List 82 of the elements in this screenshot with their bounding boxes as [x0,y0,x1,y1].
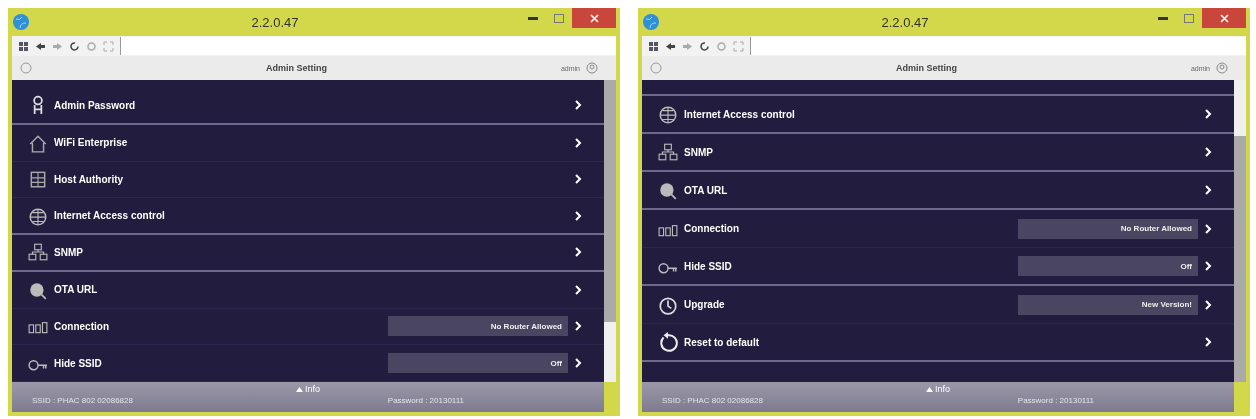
grid-icon[interactable] [648,40,659,52]
setting-label[interactable]: Admin Password [54,99,568,111]
value-field[interactable]: Off [388,353,568,374]
settings-row[interactable]: Internet Access control [12,198,604,235]
chevron-right-icon[interactable] [1204,261,1212,271]
grid-icon[interactable] [18,40,29,52]
value-field[interactable]: No Router Allowed [1018,218,1198,239]
minimize-icon [528,16,538,20]
page-title: Admin Setting [894,63,958,73]
building-icon [28,169,48,190]
setting-label[interactable]: OTA URL [54,284,568,296]
minimize-icon [1158,16,1168,20]
back-icon[interactable] [665,40,676,52]
setting-label[interactable]: SNMP [684,146,1198,158]
caret-up-icon [296,386,303,392]
setting-label[interactable]: Internet Access control [684,108,1198,120]
settings-row[interactable]: Connection No Router Allowed [642,210,1234,248]
ssid-text: SSID : PHAC 802 02086828 [662,396,763,405]
chevron-right-icon[interactable] [1204,147,1212,157]
setting-label[interactable]: Hide SSID [54,357,388,369]
chevron-right-icon[interactable] [574,100,582,111]
chevron-right-icon[interactable] [574,247,582,258]
network-icon [658,142,678,162]
reset-icon [658,332,678,352]
address-field[interactable] [750,37,1246,55]
chevron-right-icon[interactable] [1204,299,1212,310]
settings-row[interactable]: Hide SSID Off [642,248,1234,286]
maximize-icon [554,13,564,23]
settings-row[interactable]: Reset to default [642,324,1234,362]
password-text: Password : 20130111 [387,396,464,405]
settings-row[interactable]: Host Authority [12,161,604,199]
close-icon [589,13,599,23]
setting-label[interactable]: Hide SSID [684,260,1018,272]
value-field[interactable]: Off [1018,256,1198,276]
setting-label[interactable]: Connection [684,223,1018,234]
setting-label[interactable]: Upgrade [684,299,1018,310]
window-title: 2.2.0.47 [250,14,300,30]
settings-row[interactable]: Internet Access control [642,96,1234,134]
close-button[interactable] [572,8,616,28]
chevron-right-icon[interactable] [574,358,582,369]
network-icon [28,242,48,263]
setting-label[interactable]: Reset to default [684,336,1198,348]
refresh-icon[interactable] [69,40,80,52]
setting-label[interactable]: SNMP [54,246,568,258]
settings-row[interactable]: OTA URL [642,172,1234,210]
scrollbar[interactable] [604,80,616,382]
password-text: Password : 20130111 [1017,396,1094,405]
chevron-right-icon[interactable] [574,284,582,295]
chevron-right-icon[interactable] [574,321,582,332]
chevron-right-icon[interactable] [574,137,582,148]
refresh-icon[interactable] [699,40,710,52]
settings-row[interactable]: SNMP [12,235,604,272]
setting-label[interactable]: OTA URL [684,184,1198,196]
value-field[interactable]: No Router Allowed [388,316,568,337]
window-title: 2.2.0.47 [880,14,930,30]
settings-row[interactable]: Hide SSID Off [12,345,604,382]
close-button[interactable] [1202,8,1246,28]
maximize-icon [1184,13,1194,23]
settings-row[interactable]: Upgrade New Version! [642,286,1234,324]
chevron-right-icon[interactable] [1204,223,1212,234]
settings-row[interactable]: SNMP [642,134,1234,172]
chevron-right-icon[interactable] [574,210,582,221]
settings-row[interactable]: Connection No Router Allowed [12,308,604,346]
value-field[interactable]: New Version! [1018,294,1198,315]
setting-label[interactable]: WiFi Enterprise [54,137,568,149]
address-field[interactable] [120,37,616,55]
settings-row[interactable]: Admin Password [12,88,604,125]
settings-row[interactable]: OTA URL [12,271,604,309]
chevron-right-icon[interactable] [1204,185,1212,195]
ssid-text: SSID : PHAC 802 02086828 [32,396,133,405]
settings-row[interactable]: WiFi Enterprise [12,124,604,162]
close-icon [1219,13,1229,23]
scrollbar[interactable] [1234,80,1246,382]
setting-label[interactable]: Host Authority [54,173,568,185]
chevron-right-icon[interactable] [1204,109,1212,119]
setting-label[interactable]: Connection [54,320,388,332]
back-icon[interactable] [35,40,46,52]
page-title: Admin Setting [264,63,328,73]
caret-up-icon [926,386,933,392]
setting-label[interactable]: Internet Access control [54,210,568,222]
chevron-right-icon[interactable] [574,174,582,185]
chevron-right-icon[interactable] [1204,337,1212,347]
